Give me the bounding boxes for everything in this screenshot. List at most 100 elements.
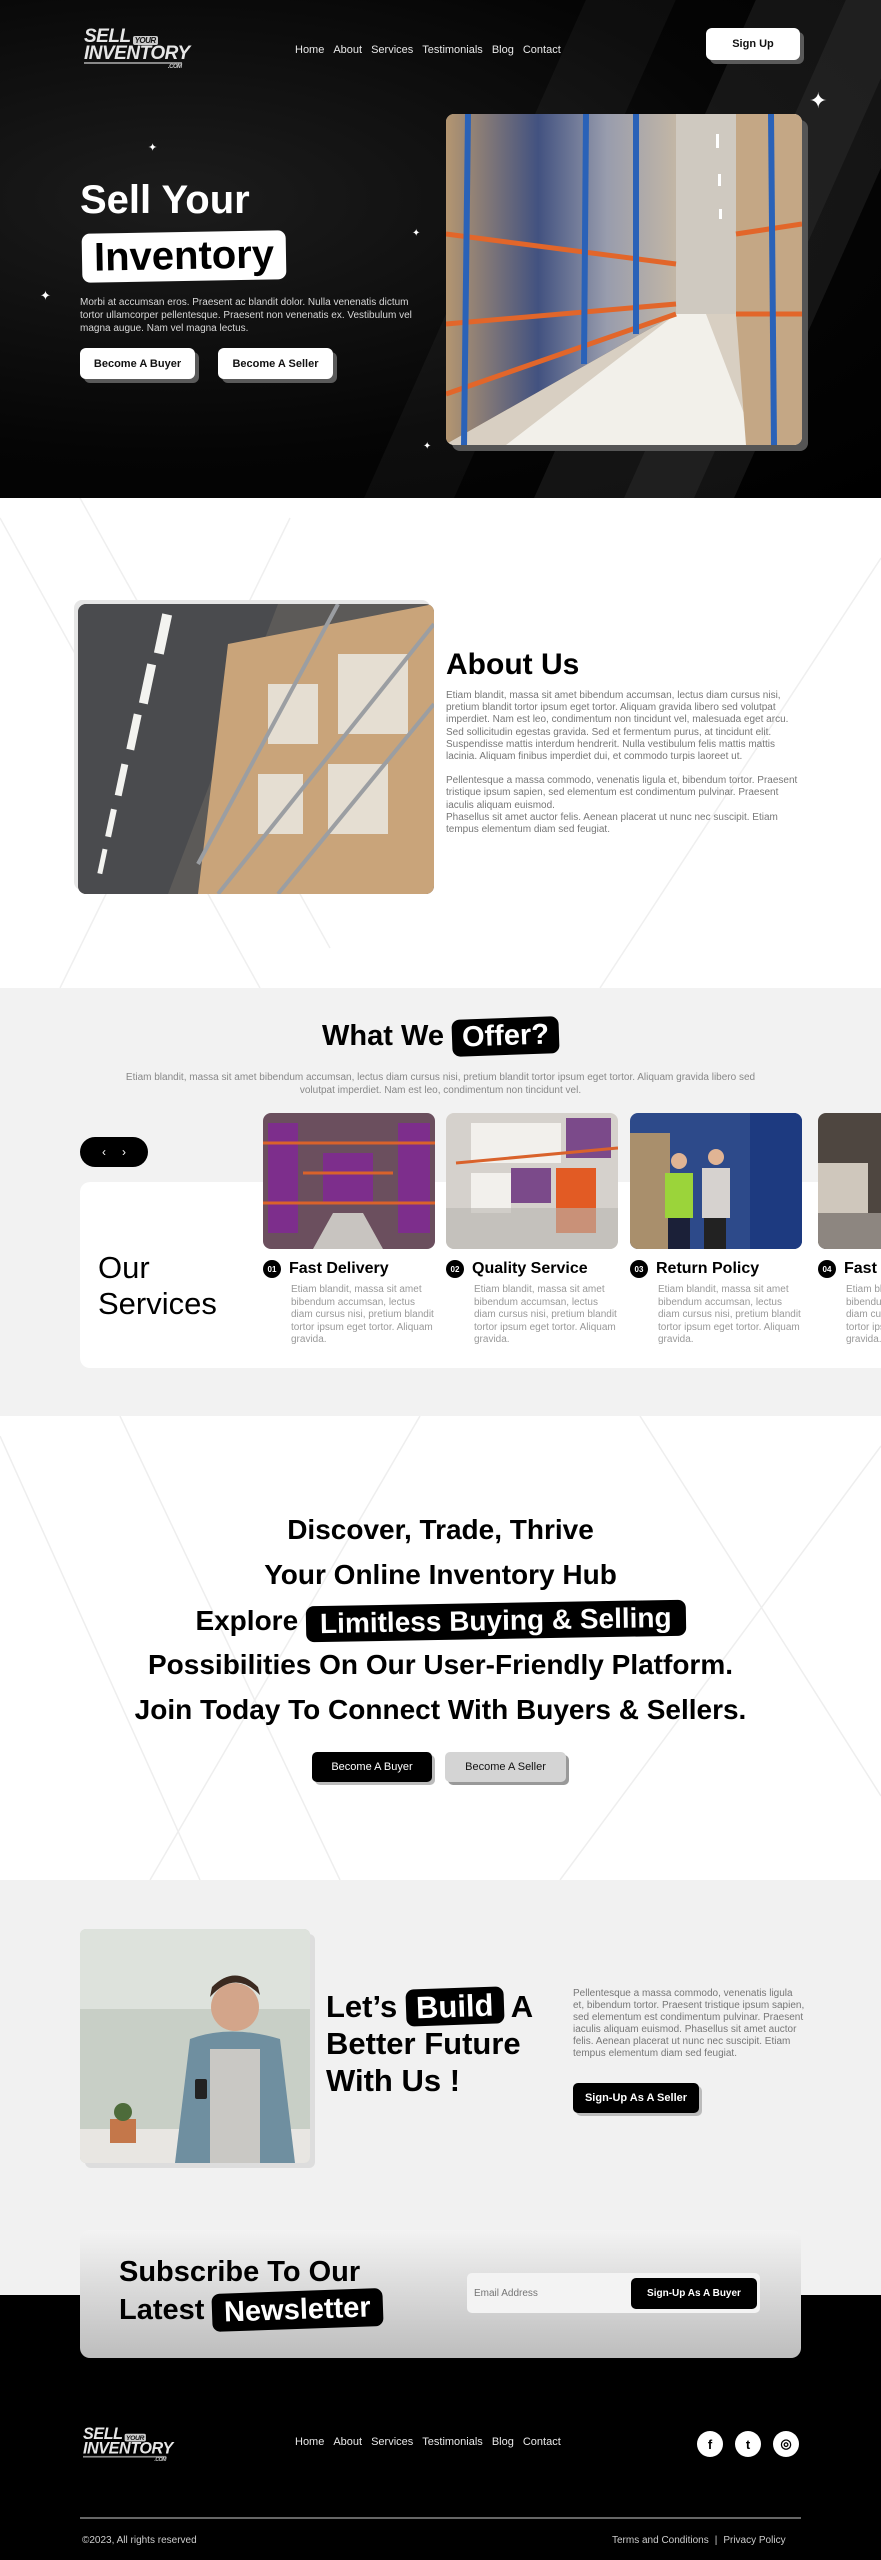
service-card[interactable]: 02 Quality Service Etiam blandit, massa s…	[446, 1113, 618, 1347]
nav-testimonials[interactable]: Testimonials	[422, 44, 483, 56]
service-image	[446, 1113, 618, 1249]
about-warehouse-image	[78, 604, 434, 894]
become-seller-button[interactable]: Become A Seller	[445, 1752, 566, 1782]
nav-about[interactable]: About	[333, 44, 362, 56]
nav-home[interactable]: Home	[295, 44, 324, 56]
offer-description: Etiam blandit, massa sit amet bibendum a…	[125, 1072, 756, 1096]
service-title: Return Policy	[656, 1260, 760, 1277]
discover-line: Join Today To Connect With Buyers & Sell…	[134, 1694, 747, 1725]
about-paragraph: Pellentesque a massa commodo, venenatis …	[446, 775, 798, 811]
service-text: Etiam blandit, massa sit amet bibendum a…	[474, 1284, 617, 1345]
instagram-icon[interactable]: ◎	[773, 2431, 799, 2457]
hero-title: Sell Your	[80, 178, 250, 222]
become-buyer-button[interactable]: Become A Buyer	[312, 1752, 432, 1782]
terms-link[interactable]: Terms and Conditions	[612, 2535, 709, 2546]
logo-text: INVENTORY	[84, 43, 190, 65]
warehouse-illustration	[446, 1113, 618, 1249]
build-title: Let’s Build A Better Future With Us !	[326, 1986, 534, 2099]
hero-title-highlight: Inventory	[81, 230, 287, 283]
sparkle-icon: ✦	[809, 88, 828, 113]
footer-nav-testimonials[interactable]: Testimonials	[422, 2436, 483, 2448]
email-input[interactable]	[474, 2282, 624, 2304]
sparkle-icon: ✦	[423, 441, 432, 452]
service-number: 02	[446, 1260, 464, 1278]
our-services-heading: Our Services	[98, 1250, 217, 1322]
build-description: Pellentesque a massa commodo, venenatis …	[573, 1988, 805, 2059]
footer-nav-home[interactable]: Home	[295, 2436, 324, 2448]
service-number: 03	[630, 1260, 648, 1278]
become-buyer-button[interactable]: Become A Buyer	[80, 348, 195, 379]
signup-button[interactable]: Sign Up	[706, 28, 800, 60]
warehouse-illustration	[446, 114, 802, 445]
chevron-left-icon[interactable]: ‹	[102, 1145, 106, 1159]
service-title: Fast Delivery	[289, 1260, 389, 1277]
build-title-text: Better Future	[326, 2026, 521, 2061]
discover-line: Discover, Trade, Thrive	[287, 1514, 594, 1545]
service-card[interactable]: 01 Fast Delivery Etiam blandit, massa sit…	[263, 1113, 435, 1347]
newsletter-title-text: Latest	[119, 2294, 205, 2326]
service-text: Etiam blandit, massa sit amet bibendum a…	[846, 1284, 881, 1345]
service-card[interactable]: 04 Fast Delivery Etiam blandit, massa sit…	[818, 1113, 881, 1347]
discover-text: Explore	[195, 1605, 299, 1636]
footer-logo[interactable]: SELL YOUR INVENTORY .COM	[83, 2426, 173, 2463]
newsletter-title-highlight: Newsletter	[211, 2288, 384, 2332]
sparkle-icon: ✦	[412, 228, 421, 239]
about-paragraph: Etiam blandit, massa sit amet bibendum a…	[446, 690, 789, 763]
hero-warehouse-image	[446, 114, 802, 445]
service-title: Quality Service	[472, 1260, 588, 1277]
warehouse-illustration	[78, 604, 434, 894]
discover-line: Possibilities On Our User-Friendly Platf…	[147, 1649, 734, 1680]
nav-contact[interactable]: Contact	[523, 44, 561, 56]
hero-description: Morbi at accumsan eros. Praesent ac blan…	[80, 297, 412, 334]
link-separator: |	[714, 2535, 718, 2546]
service-card[interactable]: 03 Return Policy Etiam blandit, massa sit…	[630, 1113, 802, 1347]
footer-nav-blog[interactable]: Blog	[492, 2436, 514, 2448]
service-title: Fast Delivery	[844, 1260, 881, 1277]
footer-nav-contact[interactable]: Contact	[523, 2436, 561, 2448]
footer-nav: Home About Services Testimonials Blog Co…	[295, 2436, 561, 2448]
about-text: Etiam blandit, massa sit amet bibendum a…	[446, 690, 802, 836]
discover-line: Explore Limitless Buying & Selling	[0, 1599, 881, 1643]
chevron-right-icon[interactable]: ›	[122, 1145, 126, 1159]
warehouse-illustration	[263, 1113, 435, 1249]
warehouse-illustration	[630, 1113, 802, 1249]
become-seller-button[interactable]: Become A Seller	[218, 348, 333, 379]
about-paragraph: Phasellus sit amet auctor felis. Aenean …	[446, 811, 778, 836]
nav-services[interactable]: Services	[371, 44, 413, 56]
service-image	[263, 1113, 435, 1249]
privacy-link[interactable]: Privacy Policy	[723, 2535, 785, 2546]
build-title-text: Let’s	[326, 1989, 398, 2024]
offer-title-highlight: Offer?	[451, 1016, 560, 1057]
brand-logo[interactable]: SELL YOUR INVENTORY .COM	[84, 27, 190, 71]
nav-blog[interactable]: Blog	[492, 44, 514, 56]
footer-divider	[80, 2517, 801, 2519]
main-nav: Home About Services Testimonials Blog Co…	[295, 44, 561, 56]
service-text: Etiam blandit, massa sit amet bibendum a…	[658, 1284, 801, 1345]
service-text: Etiam blandit, massa sit amet bibendum a…	[291, 1284, 434, 1345]
twitter-icon[interactable]: t	[735, 2431, 761, 2457]
service-number: 01	[263, 1260, 281, 1278]
about-title: About Us	[446, 648, 580, 681]
service-image	[630, 1113, 802, 1249]
footer-nav-about[interactable]: About	[333, 2436, 362, 2448]
build-title-text: A	[510, 1989, 534, 2024]
footer-nav-services[interactable]: Services	[371, 2436, 413, 2448]
discover-highlight: Limitless Buying & Selling	[305, 1599, 686, 1643]
signup-seller-button[interactable]: Sign-Up As A Seller	[573, 2083, 699, 2113]
service-number: 04	[818, 1260, 836, 1278]
warehouse-illustration	[818, 1113, 881, 1249]
newsletter-title: Subscribe To Our Latest Newsletter	[119, 2253, 384, 2332]
heading-text: Services	[98, 1286, 217, 1321]
build-person-image	[80, 1929, 310, 2163]
legal-links: Terms and Conditions | Privacy Policy	[612, 2535, 786, 2546]
offer-title-text: What We	[322, 1020, 444, 1052]
service-image	[818, 1113, 881, 1249]
facebook-icon[interactable]: f	[697, 2431, 723, 2457]
newsletter-title-text: Subscribe To Our	[119, 2256, 361, 2288]
carousel-controls: ‹ ›	[80, 1137, 148, 1167]
copyright: ©2023, All rights reserved	[82, 2535, 197, 2546]
sparkle-icon: ✦	[40, 288, 51, 303]
person-photo-illustration	[80, 1929, 310, 2163]
signup-buyer-button[interactable]: Sign-Up As A Buyer	[631, 2278, 757, 2309]
sparkle-icon: ✦	[148, 142, 158, 154]
